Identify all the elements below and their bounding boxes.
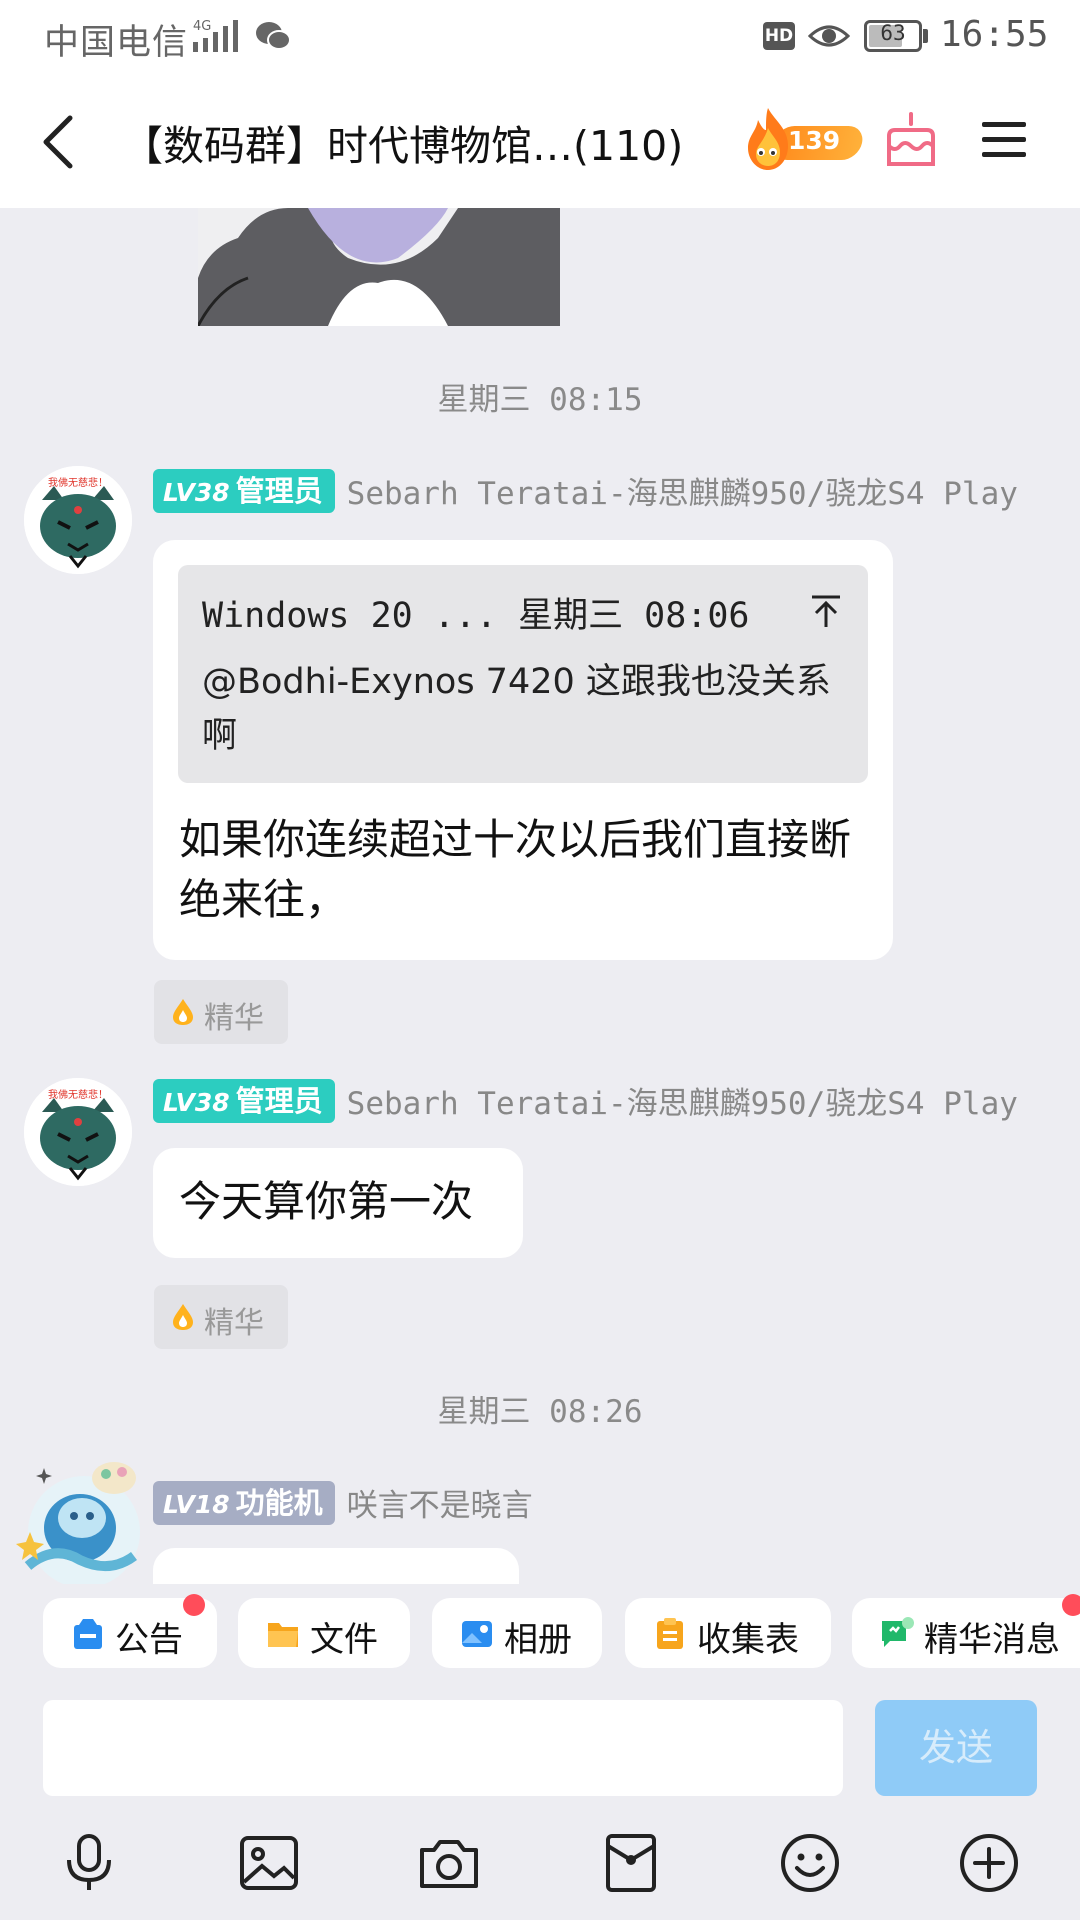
message-bubble[interactable] [153, 1548, 519, 1584]
essence-label: 精华 [204, 1306, 264, 1341]
message-text: 今天算你第一次 [179, 1177, 474, 1226]
eye-icon [808, 25, 850, 47]
chat-header: 【数码群】时代博物馆…(110) 139 [0, 76, 1080, 208]
avatar-caption: 我佛无慈悲！ [48, 1088, 108, 1101]
level-badge: LV18 功能机 [153, 1480, 335, 1525]
previous-image-message[interactable] [198, 208, 560, 326]
clock: 16:55 [940, 14, 1049, 55]
back-icon[interactable] [36, 110, 84, 174]
send-button[interactable]: 发送 [875, 1700, 1037, 1796]
signal-icon: 4G [193, 19, 238, 52]
tool-files[interactable]: 文件 [238, 1598, 410, 1668]
essence-message-icon [882, 1617, 914, 1647]
folder-icon [268, 1623, 298, 1647]
tool-label: 精华消息 [924, 1620, 1060, 1660]
chat-title[interactable]: 【数码群】时代博物馆…(110) [122, 112, 683, 172]
quote-body: @Bodhi-Exynos 7420 这跟我也没关系啊 [202, 662, 831, 756]
tool-label: 收集表 [697, 1620, 799, 1660]
red-packet-icon[interactable] [600, 1832, 662, 1894]
essence-tag[interactable]: 精华 [154, 980, 288, 1044]
carrier-label: 中国电信 [44, 23, 189, 63]
menu-icon[interactable] [980, 116, 1028, 164]
level-badge: LV38 管理员 [153, 1078, 335, 1123]
message-list[interactable]: 星期三 08:15 我佛无慈悲！ LV38 管理员 Sebarh Teratai-海… [0, 208, 1080, 1584]
time-separator: 星期三 08:15 [437, 382, 643, 418]
sender-name[interactable]: 咲言不是晓言 [347, 1480, 533, 1525]
tool-label: 相册 [504, 1620, 572, 1660]
message-bubble[interactable]: Windows 20 ... 星期三 08:06 @Bodhi-Exynos 7… [153, 540, 893, 960]
wechat-icon [256, 22, 291, 50]
unread-dot [1062, 1594, 1080, 1616]
emoji-icon[interactable] [779, 1832, 841, 1894]
cake-icon[interactable] [883, 110, 939, 170]
hd-icon: HD [763, 22, 795, 50]
tool-album[interactable]: 相册 [432, 1598, 602, 1668]
sender-row: LV38 管理员 Sebarh Teratai-海思麒麟950/骁龙S4 Play [153, 1078, 1018, 1123]
sender-row: LV18 功能机 咲言不是晓言 [153, 1480, 533, 1525]
message-text: 如果你连续超过十次以后我们直接断绝来往， [179, 815, 852, 924]
quoted-reply[interactable]: Windows 20 ... 星期三 08:06 @Bodhi-Exynos 7… [178, 565, 868, 783]
tool-essence-messages[interactable]: 精华消息 [852, 1598, 1080, 1668]
message-bubble[interactable]: 今天算你第一次 [153, 1148, 523, 1258]
battery-icon: 63 [864, 20, 922, 52]
fire-count: 139 [788, 126, 841, 155]
battery-tip [923, 29, 928, 43]
avatar[interactable]: 我佛无慈悲！ [24, 1078, 132, 1186]
jump-to-quote-icon[interactable] [808, 593, 844, 629]
message-input[interactable] [43, 1700, 843, 1796]
avatar-caption: 我佛无慈悲！ [48, 476, 108, 489]
avatar[interactable] [14, 1448, 144, 1584]
time-separator: 星期三 08:26 [437, 1394, 643, 1430]
group-activity-badge[interactable]: 139 [744, 106, 866, 176]
avatar[interactable]: 我佛无慈悲！ [24, 466, 132, 574]
network-type-label: 4G [193, 19, 211, 34]
clipboard-icon [657, 1618, 683, 1649]
status-bar: 中国电信 4G HD 63 16:55 [0, 0, 1080, 76]
tool-collection-form[interactable]: 收集表 [625, 1598, 831, 1668]
essence-label: 精华 [204, 1001, 264, 1036]
unread-dot [183, 1594, 205, 1616]
mic-icon[interactable] [58, 1832, 120, 1894]
tool-label: 公告 [115, 1620, 183, 1660]
fire-icon [748, 108, 788, 170]
level-badge: LV38 管理员 [153, 468, 335, 513]
essence-drop-icon [173, 999, 193, 1025]
sender-name[interactable]: Sebarh Teratai-海思麒麟950/骁龙S4 Play [347, 1078, 1018, 1123]
quote-header: Windows 20 ... 星期三 08:06 [202, 596, 750, 636]
essence-drop-icon [173, 1304, 193, 1330]
battery-level: 63 [880, 21, 906, 45]
sender-name[interactable]: Sebarh Teratai-海思麒麟950/骁龙S4 Play [347, 468, 1018, 513]
sender-row: LV38 管理员 Sebarh Teratai-海思麒麟950/骁龙S4 Play [153, 468, 1018, 513]
camera-icon[interactable] [418, 1832, 480, 1894]
tool-label: 文件 [310, 1620, 378, 1660]
essence-tag[interactable]: 精华 [154, 1285, 288, 1349]
album-icon [462, 1621, 492, 1647]
plus-icon[interactable] [958, 1832, 1020, 1894]
group-tools-bar[interactable]: 公告 文件 相册 收集表 精华消息 [0, 1584, 1080, 1684]
announcement-icon [74, 1619, 102, 1649]
input-actions-bar [0, 1810, 1080, 1920]
image-icon[interactable] [238, 1832, 300, 1894]
